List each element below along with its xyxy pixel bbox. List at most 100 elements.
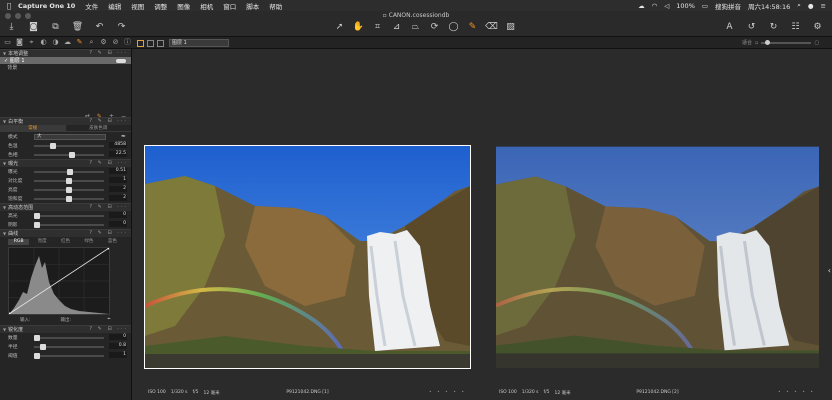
photo-variant-2[interactable]	[496, 146, 819, 368]
slider-knob[interactable]	[66, 186, 72, 193]
delete-icon[interactable]: 🗑	[71, 21, 84, 33]
crop-icon[interactable]: ⌗	[371, 21, 384, 33]
rating-stars[interactable]: • • • • •	[778, 390, 815, 395]
keystone-icon[interactable]: ⏢	[409, 21, 422, 33]
slider-track[interactable]	[34, 151, 104, 158]
slider-track[interactable]	[34, 177, 104, 184]
menu-help[interactable]: 帮助	[269, 1, 282, 11]
photo-variant-1[interactable]	[144, 145, 471, 369]
value-field[interactable]: 22.5	[109, 151, 127, 157]
slider-knob[interactable]	[66, 195, 72, 202]
slider-knob[interactable]	[67, 168, 74, 175]
rating-stars[interactable]: • • • • •	[429, 390, 466, 395]
section-controls[interactable]: ? ✎ ⊟ ···	[89, 118, 128, 124]
tab-curve-blue[interactable]: 蓝色	[102, 239, 123, 245]
view-single-icon[interactable]	[137, 39, 144, 47]
eraser-icon[interactable]: ⌫	[485, 21, 498, 33]
slider-knob[interactable]	[50, 142, 56, 149]
zoom-knob[interactable]	[765, 39, 771, 45]
menu-view[interactable]: 视图	[131, 1, 144, 11]
value-field[interactable]: 0.8	[109, 343, 127, 349]
slider-track[interactable]	[34, 142, 104, 149]
clock[interactable]: 周六14:58:16	[748, 1, 790, 11]
slider-track[interactable]	[34, 221, 104, 228]
import-icon[interactable]: ⤓	[5, 21, 18, 33]
gradient-icon[interactable]: ▨	[504, 21, 517, 33]
redo-icon[interactable]: ↷	[115, 21, 128, 33]
value-field[interactable]: 0	[109, 221, 127, 227]
menu-window[interactable]: 窗口	[223, 1, 236, 11]
value-field[interactable]: 0	[109, 212, 127, 218]
section-curve[interactable]: ▼ 曲线 ? ✎ ⊟ ···	[0, 229, 131, 237]
camera-icon[interactable]: ◙	[27, 21, 40, 33]
section-clarity[interactable]: ▼ 锐化度 ? ✎ ⊟ ···	[0, 325, 131, 333]
slider-track[interactable]	[34, 334, 104, 341]
curve-picker-icon[interactable]: ✒	[107, 317, 111, 323]
curve-editor[interactable]	[7, 246, 111, 316]
section-controls[interactable]: ? ✎ ⊟ ···	[89, 230, 128, 236]
slider-knob[interactable]	[34, 334, 40, 341]
layer-row[interactable]: ✓ 图层 1	[0, 57, 131, 64]
input-method[interactable]: 搜狗拼音	[715, 1, 741, 11]
menu-image[interactable]: 图像	[177, 1, 190, 11]
menu-adjust[interactable]: 调整	[154, 1, 167, 11]
zoom-out-icon[interactable]: ▫	[755, 40, 758, 46]
section-white-balance[interactable]: ▼ 白平衡 ? ✎ ⊟ ···	[0, 117, 131, 125]
battery-icon[interactable]: ▭	[702, 2, 708, 10]
layer-check-icon[interactable]: ✓	[4, 58, 8, 64]
tab-curve-luma[interactable]: 亮度	[31, 239, 52, 245]
apple-icon[interactable]: 	[0, 2, 18, 10]
checklist-icon[interactable]: ☷	[789, 21, 802, 33]
slider-knob[interactable]	[69, 151, 76, 158]
spot-icon[interactable]: ◯	[447, 21, 460, 33]
section-controls[interactable]: ? ✎ ⊟ ···	[89, 326, 128, 332]
value-field[interactable]: 1	[109, 352, 127, 358]
settings-icon[interactable]: ⚙	[811, 21, 824, 33]
user-icon[interactable]: ●	[808, 2, 814, 10]
straighten-icon[interactable]: ⊿	[390, 21, 403, 33]
slider-track[interactable]	[34, 352, 104, 359]
zoom-slider[interactable]	[761, 39, 812, 45]
slider-knob[interactable]	[34, 212, 40, 219]
section-controls[interactable]: ? ✎ ⊟ ···	[89, 50, 128, 56]
slider-track[interactable]	[34, 343, 104, 350]
tab-curve-rgb[interactable]: RGB	[8, 239, 30, 245]
slider-knob[interactable]	[40, 343, 47, 350]
capture-tab-icon[interactable]: ◙	[15, 38, 24, 47]
search-icon[interactable]: ⌕	[797, 1, 801, 10]
rotate-left-icon[interactable]: ↺	[745, 21, 758, 33]
view-multi-icon[interactable]	[147, 39, 154, 47]
value-field[interactable]: 1	[109, 177, 127, 183]
library-tab-icon[interactable]: ▭	[3, 38, 12, 47]
undo-icon[interactable]: ↶	[93, 21, 106, 33]
value-field[interactable]: 2	[109, 195, 127, 201]
output-tab-icon[interactable]: ⚙	[99, 38, 108, 47]
layer-opacity-pill[interactable]	[116, 58, 126, 63]
menu-edit[interactable]: 编辑	[108, 1, 121, 11]
layer-row[interactable]: 背景	[0, 64, 131, 71]
tab-wb-general[interactable]: 常规	[0, 125, 66, 131]
value-field[interactable]: 2	[109, 186, 127, 192]
wifi-icon[interactable]: ◠	[652, 2, 658, 10]
value-field[interactable]: 0	[109, 334, 127, 340]
value-field[interactable]: 0.51	[109, 168, 127, 174]
list-icon[interactable]: ≡	[821, 2, 826, 10]
eyedropper-icon[interactable]: ✒	[121, 133, 126, 140]
cloud-icon[interactable]: ☁	[638, 2, 645, 10]
menu-file[interactable]: 文件	[85, 1, 98, 11]
copy-icon[interactable]: ⧉	[49, 21, 62, 33]
local-adjust-tab-icon[interactable]: ✎	[75, 38, 84, 47]
slider-track[interactable]	[34, 212, 104, 219]
section-local-adjust[interactable]: ▼ 本地调整 ? ✎ ⊟ ···	[0, 49, 131, 57]
slider-track[interactable]	[34, 168, 104, 175]
slider-knob[interactable]	[66, 177, 72, 184]
tab-curve-green[interactable]: 绿色	[78, 239, 99, 245]
zoom-in-icon[interactable]: ▢	[814, 40, 819, 46]
menu-camera[interactable]: 相机	[200, 1, 213, 11]
slider-knob[interactable]	[34, 352, 40, 359]
batch-tab-icon[interactable]: ⊘	[111, 38, 120, 47]
select-icon[interactable]: ➚	[333, 21, 346, 33]
value-field[interactable]: 4858	[109, 142, 127, 148]
tab-curve-red[interactable]: 红色	[55, 239, 76, 245]
info-tab-icon[interactable]: ⓘ	[123, 38, 132, 47]
